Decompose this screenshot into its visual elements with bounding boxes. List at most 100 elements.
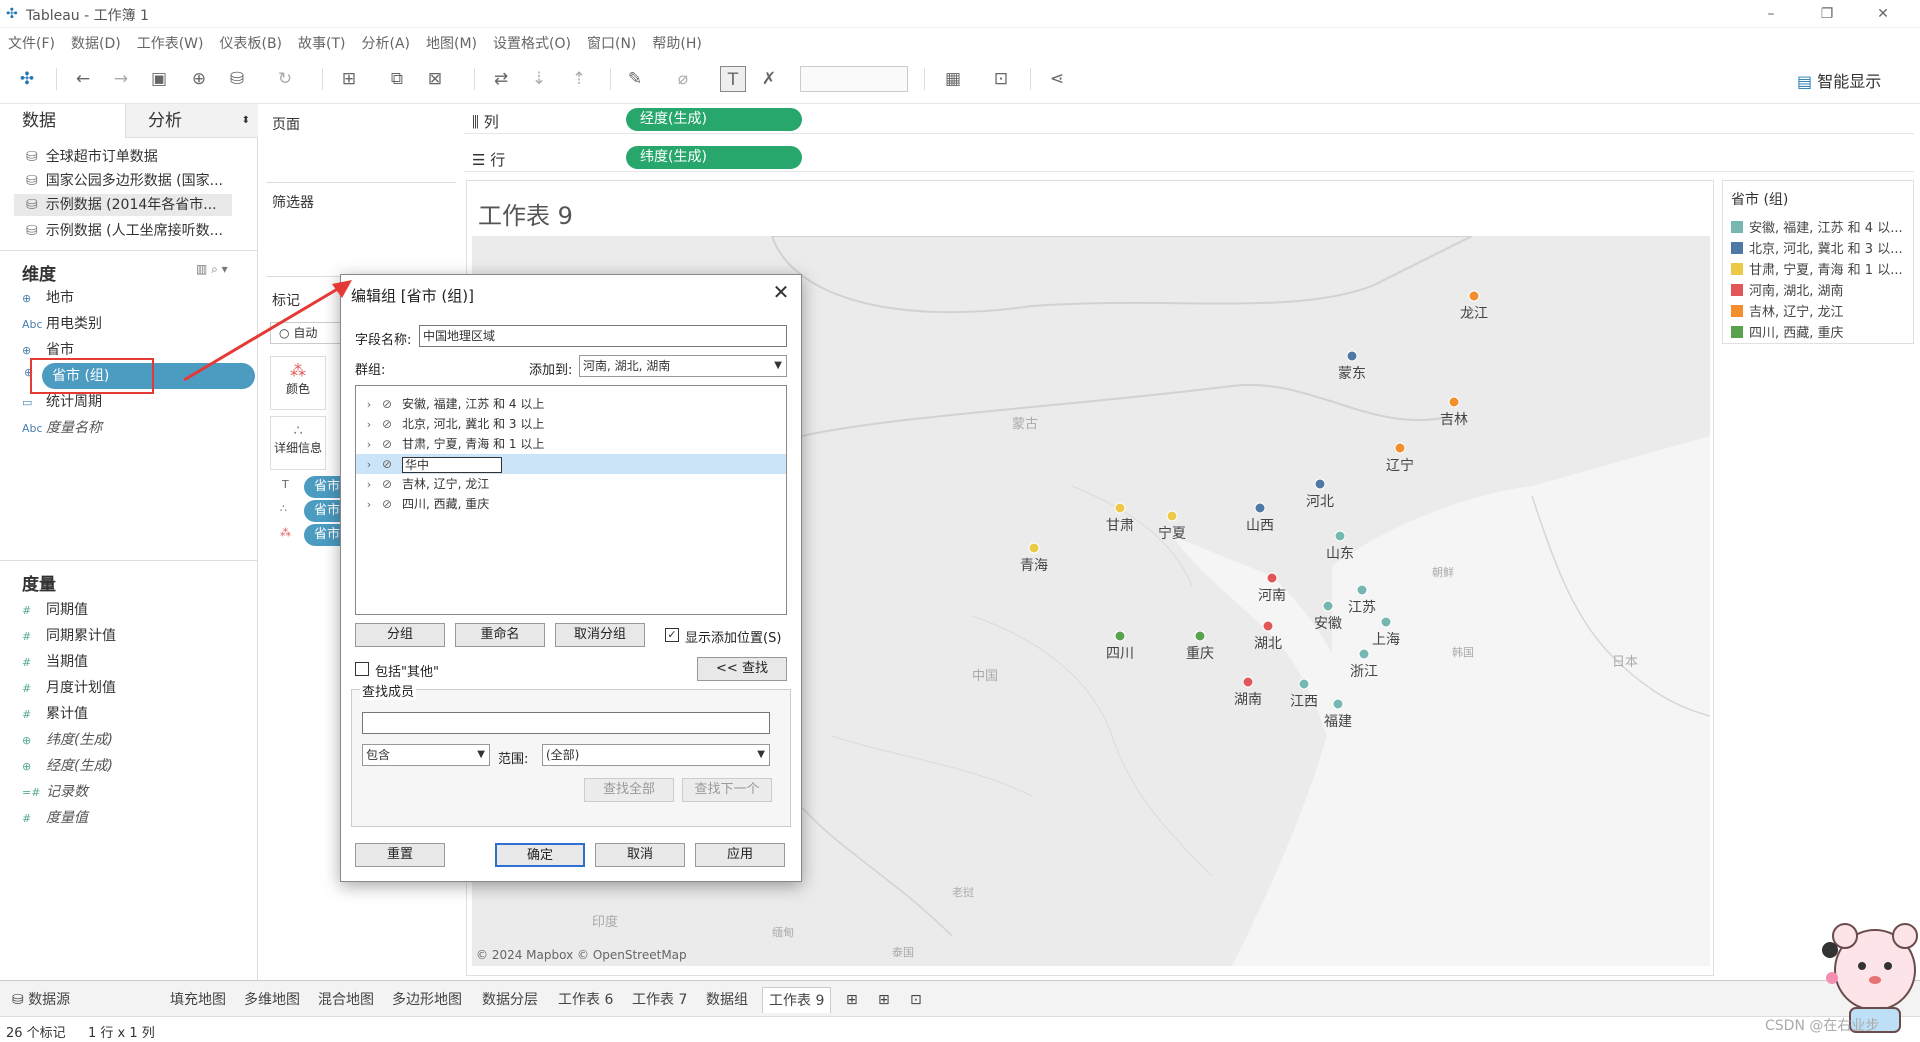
field-dimension[interactable]: Abc 度量名称 [22, 416, 102, 440]
datasource-item[interactable]: ⛁ 全球超市订单数据 [26, 146, 158, 168]
map-point-四川[interactable] [1114, 630, 1126, 642]
add-to-dropdown[interactable]: 河南, 湖北, 湖南 ▼ [579, 355, 787, 377]
legend-item[interactable]: 吉林, 辽宁, 龙江 [1731, 301, 1844, 321]
menu-analysis[interactable]: 分析(A) [362, 28, 411, 53]
menu-format[interactable]: 设置格式(O) [493, 28, 571, 53]
view-options-icon[interactable]: ▥ ⌕ ▾ [196, 262, 228, 277]
menu-map[interactable]: 地图(M) [426, 28, 477, 53]
show-labels-icon[interactable]: T [720, 66, 746, 92]
find-all-button[interactable]: 查找全部 [584, 778, 674, 802]
map-point-河北[interactable] [1314, 478, 1326, 490]
map-point-江西[interactable] [1298, 678, 1310, 690]
field-dimension[interactable]: ⊕ 地市 [22, 286, 74, 310]
group-item-selected[interactable]: › ⊘ 华中 [356, 454, 786, 474]
sheet-tab-active[interactable]: 工作表 9 [762, 987, 832, 1013]
menu-story[interactable]: 故事(T) [298, 28, 345, 53]
field-measure[interactable]: # 度量值 [22, 806, 88, 830]
redo-icon[interactable]: → [108, 66, 134, 92]
fix-axes-icon[interactable]: ✗ [756, 66, 782, 92]
field-name-input[interactable]: 中国地理区域 [419, 325, 787, 347]
menu-help[interactable]: 帮助(H) [652, 28, 701, 53]
chevron-right-icon[interactable]: › [356, 455, 382, 475]
pages-card[interactable]: 页面 [266, 108, 456, 178]
field-measure[interactable]: # 同期累计值 [22, 624, 116, 648]
find-toggle-button[interactable]: << 查找 [697, 657, 787, 681]
ungroup-button[interactable]: 取消分组 [555, 623, 645, 647]
new-datasource-icon[interactable]: ⊕ [186, 66, 212, 92]
field-measure[interactable]: =# 记录数 [22, 780, 88, 804]
map-point-龙江[interactable] [1468, 290, 1480, 302]
sheet-tab[interactable]: 数据组 [700, 987, 754, 1013]
tab-analysis[interactable]: 分析 ⬍ [125, 104, 258, 138]
sheet-tab[interactable]: 多边形地图 [386, 987, 468, 1013]
group-item[interactable]: › ⊘ 四川, 西藏, 重庆 [356, 494, 786, 514]
detail-button[interactable]: ∴ 详细信息 [270, 416, 326, 470]
field-measure[interactable]: # 累计值 [22, 702, 88, 726]
field-dimension[interactable]: Abc 用电类别 [22, 312, 102, 336]
map-point-安徽[interactable] [1322, 600, 1334, 612]
color-legend[interactable]: 省市 (组) 安徽, 福建, 江苏 和 4 以... 北京, 河北, 冀北 和 … [1722, 180, 1914, 344]
fit-width-dropdown[interactable] [800, 66, 908, 92]
new-story-tab-icon[interactable]: ⊡ [904, 987, 928, 1013]
rows-shelf[interactable]: ☰ 行 纬度(生成) [464, 142, 1914, 172]
chevron-right-icon[interactable]: › [356, 435, 382, 455]
menu-dashboard[interactable]: 仪表板(B) [219, 28, 282, 53]
show-cards-icon[interactable]: ▦ [940, 66, 966, 92]
sort-ascending-icon[interactable]: ⇣ [526, 66, 552, 92]
tab-data[interactable]: 数据 [0, 104, 125, 138]
columns-pill[interactable]: 经度(生成) [626, 108, 802, 131]
field-measure[interactable]: # 同期值 [22, 598, 88, 622]
legend-item[interactable]: 河南, 湖北, 湖南 [1731, 280, 1844, 300]
map-point-山东[interactable] [1334, 530, 1346, 542]
filters-card[interactable]: 筛选器 [266, 186, 456, 268]
sheet-tab[interactable]: 数据分层 [476, 987, 544, 1013]
swap-rows-columns-icon[interactable]: ⇄ [488, 66, 514, 92]
legend-item[interactable]: 安徽, 福建, 江苏 和 4 以... [1731, 217, 1903, 237]
map-point-青海[interactable] [1028, 542, 1040, 554]
map-point-湖北[interactable] [1262, 620, 1274, 632]
save-icon[interactable]: ▣ [146, 66, 172, 92]
menu-file[interactable]: 文件(F) [8, 28, 55, 53]
field-measure[interactable]: # 当期值 [22, 650, 88, 674]
group-rename-input[interactable]: 华中 [402, 456, 502, 473]
group-item[interactable]: › ⊘ 北京, 河北, 冀北 和 3 以上 [356, 414, 786, 434]
map-point-福建[interactable] [1332, 698, 1344, 710]
group-button[interactable]: 分组 [355, 623, 445, 647]
refresh-icon[interactable]: ↻ [272, 66, 298, 92]
menu-worksheet[interactable]: 工作表(W) [137, 28, 204, 53]
sheet-tab[interactable]: 工作表 6 [552, 987, 619, 1013]
columns-shelf[interactable]: ⫼ 列 经度(生成) [464, 104, 1914, 134]
new-dashboard-tab-icon[interactable]: ⊞ [872, 987, 896, 1013]
include-other-checkbox[interactable] [355, 662, 369, 676]
show-add-location-checkbox[interactable]: ✓ [665, 628, 679, 642]
map-point-蒙东[interactable] [1346, 350, 1358, 362]
chevron-right-icon[interactable]: › [356, 415, 382, 435]
rows-pill[interactable]: 纬度(生成) [626, 146, 802, 169]
map-point-河南[interactable] [1266, 572, 1278, 584]
undo-icon[interactable]: ← [70, 66, 96, 92]
group-item[interactable]: › ⊘ 安徽, 福建, 江苏 和 4 以上 [356, 394, 786, 414]
legend-item[interactable]: 北京, 河北, 冀北 和 3 以... [1731, 238, 1903, 258]
new-worksheet-tab-icon[interactable]: ⊞ [840, 987, 864, 1013]
share-icon[interactable]: ⋖ [1044, 66, 1070, 92]
minimize-button[interactable]: – [1748, 2, 1794, 26]
menu-window[interactable]: 窗口(N) [587, 28, 636, 53]
dialog-close-icon[interactable]: ✕ [769, 281, 793, 305]
cancel-button[interactable]: 取消 [595, 843, 685, 867]
map-point-宁夏[interactable] [1166, 510, 1178, 522]
group-members-icon[interactable]: ⌀ [670, 66, 696, 92]
presentation-mode-icon[interactable]: ⊡ [988, 66, 1014, 92]
apply-button[interactable]: 应用 [695, 843, 785, 867]
match-mode-dropdown[interactable]: 包含 ▼ [362, 744, 490, 766]
group-tree[interactable]: › ⊘ 安徽, 福建, 江苏 和 4 以上 › ⊘ 北京, 河北, 冀北 和 3 以上 … [355, 385, 787, 615]
sheet-tab[interactable]: 混合地图 [312, 987, 380, 1013]
clear-sheet-icon[interactable]: ⊠ [422, 66, 448, 92]
datasource-item[interactable]: ⛁ 国家公园多边形数据 (国家... [26, 170, 223, 192]
scope-dropdown[interactable]: (全部) ▼ [542, 744, 770, 766]
reset-button[interactable]: 重置 [355, 843, 445, 867]
smart-show-button[interactable]: ▤ 智能显示 [1797, 68, 1881, 92]
datasource-item-selected[interactable]: ⛁ 示例数据 (2014年各省市... [14, 194, 232, 216]
ok-button[interactable]: 确定 [495, 843, 585, 867]
duplicate-sheet-icon[interactable]: ⧉ [384, 66, 410, 92]
menu-data[interactable]: 数据(D) [71, 28, 121, 53]
